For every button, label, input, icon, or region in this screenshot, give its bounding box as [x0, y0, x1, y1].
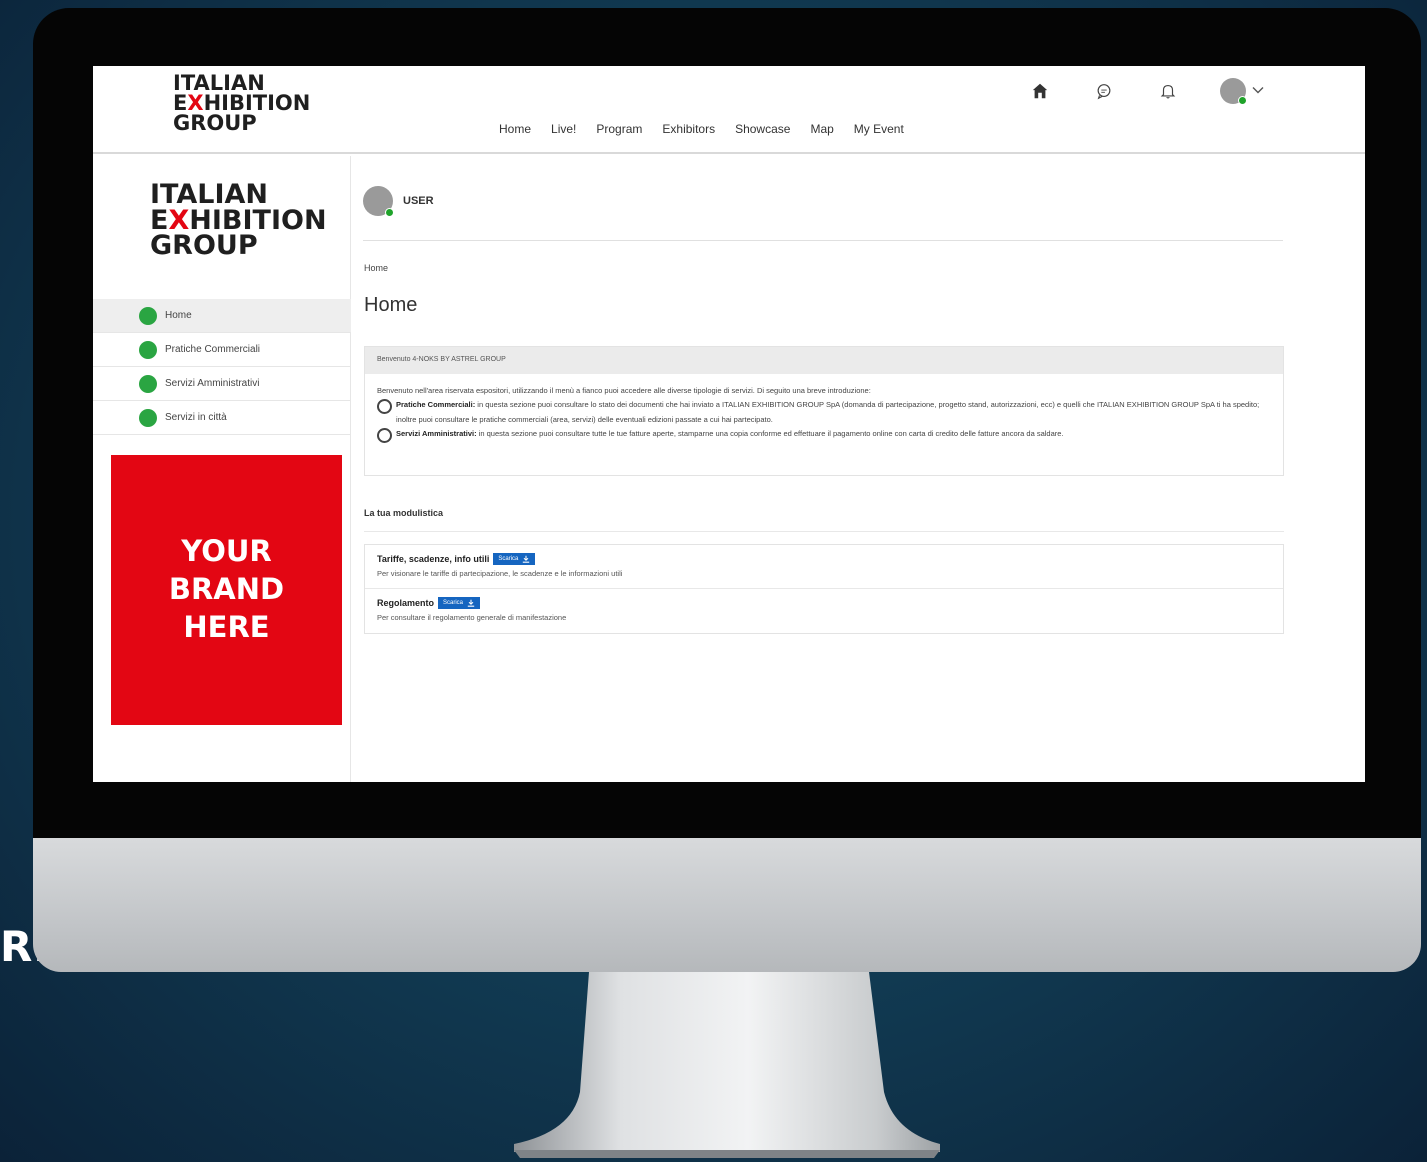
- welcome-item-pratiche: Pratiche Commerciali: in questa sezione …: [377, 398, 1271, 427]
- main-nav: Home Live! Program Exhibitors Showcase M…: [499, 122, 924, 136]
- nav-home[interactable]: Home: [499, 122, 531, 136]
- list-item: Regolamento Scarica Per consultare il re…: [365, 589, 1283, 633]
- sidebar: ITALIAN EXHIBITION GROUP Home Pratiche C…: [93, 156, 351, 782]
- bell-icon[interactable]: [1156, 79, 1180, 103]
- sidebar-item-pratiche-commerciali[interactable]: Pratiche Commerciali: [93, 333, 351, 367]
- nav-showcase[interactable]: Showcase: [735, 122, 790, 136]
- sidebar-item-servizi-in-citta[interactable]: Servizi in città: [93, 401, 351, 435]
- avatar: [363, 186, 394, 217]
- divider: [364, 531, 1284, 532]
- form-title: Tariffe, scadenze, info utili: [377, 554, 490, 564]
- monitor-chin: [33, 838, 1421, 972]
- user-header: USER: [363, 186, 434, 217]
- breadcrumb[interactable]: Home: [364, 263, 388, 273]
- download-button[interactable]: Scarica: [493, 553, 536, 565]
- welcome-item-servizi: Servizi Amministrativi: in questa sezion…: [377, 427, 1271, 443]
- nav-live[interactable]: Live!: [551, 122, 576, 136]
- divider: [363, 240, 1283, 241]
- user-name: USER: [403, 195, 434, 207]
- welcome-intro: Benvenuto nell'area riservata espositori…: [377, 386, 871, 395]
- sidebar-item-servizi-amministrativi[interactable]: Servizi Amministrativi: [93, 367, 351, 401]
- monitor-stand: [514, 972, 940, 1158]
- header-logo[interactable]: ITALIAN EXHIBITION GROUP: [173, 73, 310, 134]
- chevron-down-icon: [1252, 85, 1264, 97]
- green-dot-icon: [139, 374, 157, 393]
- green-dot-icon: [139, 340, 157, 359]
- page-title: Home: [364, 294, 418, 316]
- download-button[interactable]: Scarica: [438, 597, 481, 609]
- welcome-body: Benvenuto nell'area riservata espositori…: [365, 374, 1283, 453]
- circle-info-icon: [377, 399, 392, 415]
- nav-my-event[interactable]: My Event: [854, 122, 904, 136]
- circle-info-icon: [377, 427, 392, 443]
- green-dot-icon: [139, 306, 157, 325]
- list-item: Tariffe, scadenze, info utili Scarica Pe…: [365, 545, 1283, 589]
- avatar: [1220, 78, 1247, 105]
- nav-map[interactable]: Map: [810, 122, 833, 136]
- green-dot-icon: [139, 408, 157, 427]
- forms-list: Tariffe, scadenze, info utili Scarica Pe…: [364, 544, 1284, 634]
- brand-banner[interactable]: YOUR BRAND HERE: [111, 455, 342, 725]
- download-icon: [467, 599, 475, 607]
- top-header: ITALIAN EXHIBITION GROUP Home Live! Prog…: [93, 66, 1365, 154]
- chat-icon[interactable]: [1092, 79, 1116, 103]
- form-description: Per consultare il regolamento generale d…: [377, 613, 567, 622]
- nav-program[interactable]: Program: [596, 122, 642, 136]
- welcome-heading: Benvenuto 4-NOKS BY ASTREL GROUP: [365, 347, 1283, 374]
- online-status-dot: [1238, 96, 1247, 105]
- app-screen: ITALIAN EXHIBITION GROUP Home Live! Prog…: [93, 66, 1365, 782]
- form-title: Regolamento: [377, 598, 435, 608]
- forms-section-title: La tua modulistica: [364, 508, 444, 518]
- form-description: Per visionare le tariffe di partecipazio…: [377, 569, 623, 578]
- online-status-dot: [385, 208, 394, 217]
- header-icons: [1028, 78, 1264, 105]
- download-icon: [523, 555, 530, 563]
- user-menu[interactable]: [1220, 78, 1264, 105]
- home-icon[interactable]: [1028, 79, 1052, 103]
- nav-exhibitors[interactable]: Exhibitors: [662, 122, 715, 136]
- sidebar-menu: Home Pratiche Commerciali Servizi Ammini…: [93, 299, 351, 435]
- sidebar-item-home[interactable]: Home: [93, 299, 351, 333]
- sidebar-logo[interactable]: ITALIAN EXHIBITION GROUP: [150, 181, 327, 259]
- welcome-panel: Benvenuto 4-NOKS BY ASTREL GROUP Benvenu…: [364, 346, 1284, 476]
